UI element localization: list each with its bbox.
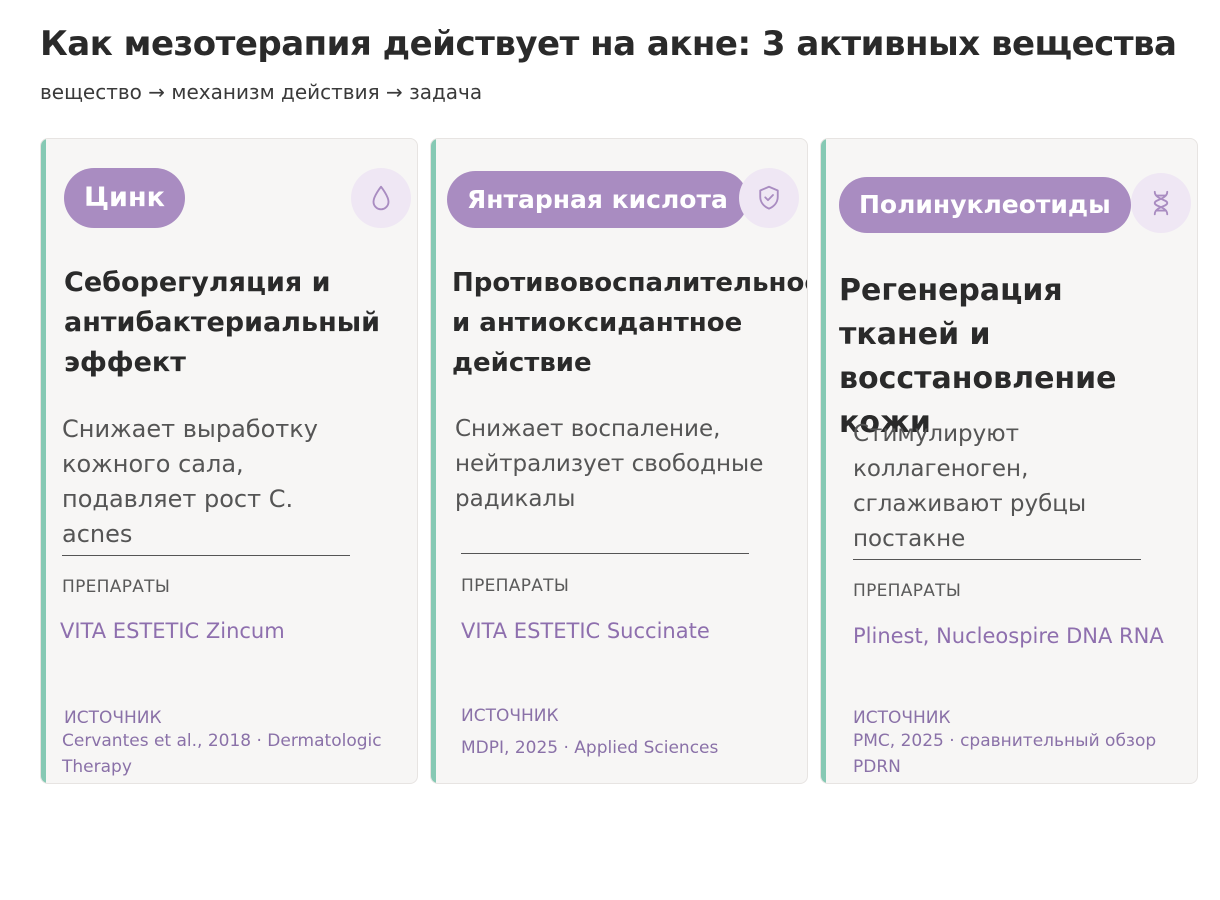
drugs-label: ПРЕПАРАТЫ: [853, 581, 962, 601]
card-description: Снижает воспаление, нейтрализует свободн…: [455, 416, 764, 512]
page-title: Как мезотерапия действует на акне: 3 акт…: [40, 24, 1177, 64]
divider: [62, 555, 350, 556]
drugs-list: Plinest, Nucleospire DNA RNA: [853, 624, 1164, 648]
card-description: Стимулируют коллагеноген, сглаживают руб…: [853, 421, 1087, 552]
drugs-list: VITA ESTETIC Zincum: [60, 619, 285, 643]
card-zinc: Цинк Себорегуляция и антибактериальный э…: [40, 138, 418, 784]
card-heading: Себорегуляция и антибактериальный эффект: [64, 267, 381, 378]
page-subtitle: вещество → механизм действия → задача: [40, 80, 483, 104]
source-text: MDPI, 2025 · Applied Sciences: [461, 738, 719, 758]
shield-check-icon: [739, 168, 799, 228]
drugs-list: VITA ESTETIC Succinate: [461, 619, 710, 643]
substance-pill: Янтарная кислота: [447, 171, 748, 228]
card-description: Снижает выработку кожного сала, подавляе…: [62, 415, 318, 548]
drugs-label: ПРЕПАРАТЫ: [62, 577, 171, 597]
source-label: ИСТОЧНИК: [64, 708, 162, 728]
dna-icon: [1131, 173, 1191, 233]
card-succinic-acid: Янтарная кислота Противовоспалительное и…: [430, 138, 808, 784]
substance-pill: Полинуклеотиды: [839, 177, 1131, 233]
card-polynucleotides: Полинуклеотиды Регенерация тканей и восс…: [820, 138, 1198, 784]
source-label: ИСТОЧНИК: [461, 706, 559, 726]
droplet-icon: [351, 168, 411, 228]
source-label: ИСТОЧНИК: [853, 708, 951, 728]
divider: [853, 559, 1141, 560]
card-heading: Противовоспалительное и антиоксидантное …: [452, 268, 808, 378]
source-text: PMC, 2025 · сравнительный обзор PDRN: [853, 731, 1157, 777]
substance-pill: Цинк: [64, 168, 185, 228]
divider: [461, 553, 749, 554]
drugs-label: ПРЕПАРАТЫ: [461, 576, 570, 596]
source-text: Cervantes et al., 2018 · Dermatologic Th…: [62, 731, 382, 777]
